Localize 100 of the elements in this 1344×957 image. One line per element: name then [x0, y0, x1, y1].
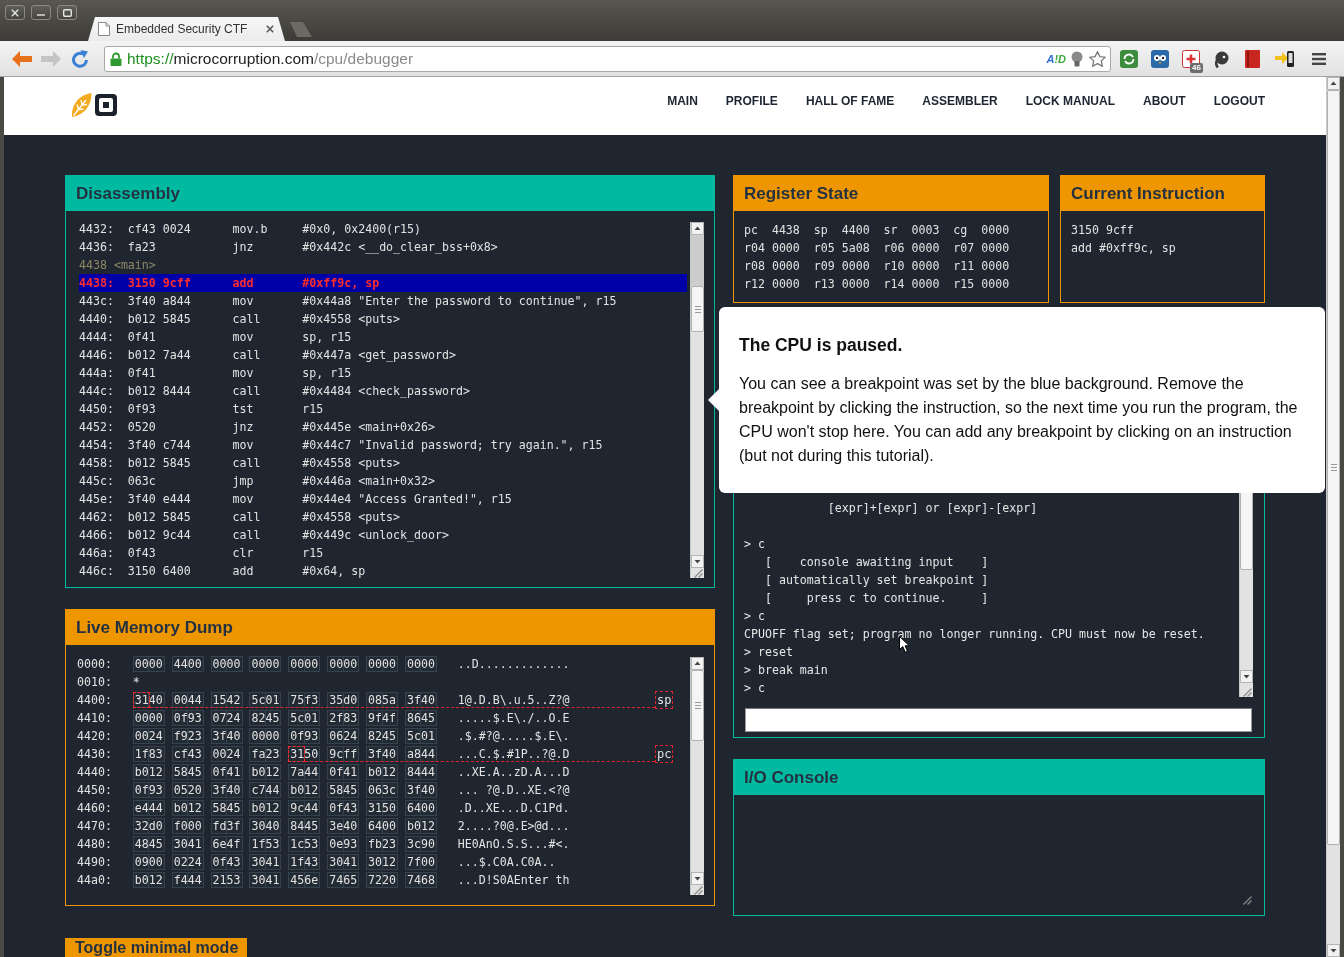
sync-icon[interactable] — [1120, 49, 1138, 68]
book-icon[interactable] — [1245, 49, 1260, 68]
reload-icon[interactable] — [71, 49, 89, 68]
scroll-up-icon[interactable] — [1327, 77, 1340, 90]
extension-label[interactable]: A!D — [1046, 52, 1066, 65]
disassembly-line[interactable]: 4438 <main> — [79, 256, 687, 274]
disassembly-line[interactable]: 444a: 0f41 mov sp, r15 — [79, 364, 687, 382]
disassembly-line[interactable]: 445c: 063c jmp #0x446a <main+0x32> — [79, 472, 687, 490]
disassembly-line[interactable]: 4466: b012 9c44 call #0x449c <unlock_door> — [79, 526, 687, 544]
register-value: 5a08 — [841, 240, 870, 257]
elephant-icon[interactable] — [1213, 49, 1229, 68]
memory-word: 0000 — [249, 656, 282, 672]
memory-word: 75f3 — [288, 692, 321, 708]
window-minimize-button[interactable] — [31, 5, 51, 20]
resize-grip-icon[interactable] — [692, 568, 703, 578]
disassembly-line[interactable]: 444c: b012 8444 call #0x4484 <check_password> — [79, 382, 687, 400]
register-name: r05 — [813, 240, 835, 257]
address-bar[interactable]: https://microcorruption.com/cpu/debugger A!D — [104, 45, 1111, 72]
memory-word: 0000 — [132, 656, 165, 672]
register-value: 0000 — [911, 240, 940, 257]
window-close-button[interactable] — [5, 5, 25, 20]
console-input[interactable] — [745, 708, 1252, 732]
scrollbar[interactable] — [1326, 77, 1340, 957]
scrollbar[interactable] — [690, 657, 704, 895]
disassembly-line[interactable]: 4444: 0f41 mov sp, r15 — [79, 328, 687, 346]
memory-address: 4470: — [77, 818, 112, 835]
memory-word: e444 — [132, 800, 165, 816]
nav-link[interactable]: PROFILE — [725, 94, 778, 108]
disassembly-line[interactable]: 443c: 3f40 a844 mov #0x44a8 "Enter the password to continue", r15 — [79, 292, 687, 310]
memory-word: 456e — [288, 872, 321, 888]
close-icon — [11, 8, 19, 17]
panel-header: Disassembly — [66, 176, 714, 211]
memory-address: 4490: — [77, 854, 112, 871]
nav-link[interactable]: LOGOUT — [1213, 94, 1265, 108]
scrollbar-thumb[interactable] — [691, 670, 704, 741]
scroll-up-icon[interactable] — [691, 222, 704, 235]
resize-grip-icon[interactable] — [692, 885, 703, 895]
disassembly-line[interactable]: 446a: 0f43 clr r15 — [79, 544, 687, 562]
register-name: r14 — [883, 276, 905, 293]
scroll-down-icon[interactable] — [691, 555, 704, 568]
memory-word: 8245 — [249, 710, 282, 726]
scrollbar[interactable] — [690, 222, 704, 578]
nav-link[interactable]: ABOUT — [1143, 94, 1186, 108]
arrow-phone-icon[interactable] — [1275, 49, 1295, 68]
resize-grip-icon[interactable] — [1242, 895, 1252, 905]
memory-ascii: .$.#?@.....$.E\. — [457, 728, 570, 745]
menu-icon[interactable] — [1312, 52, 1326, 65]
disassembly-line[interactable]: 446c: 3150 6400 add #0x64, sp — [79, 562, 687, 580]
memory-word: 0624 — [327, 728, 360, 744]
memory-word: 9c44 — [288, 800, 321, 816]
memory-word: b012 — [249, 800, 282, 816]
register-name: r11 — [953, 258, 975, 275]
disassembly-line[interactable]: 4462: b012 5845 call #0x4558 <puts> — [79, 508, 687, 526]
disassembly-line[interactable]: 4452: 0520 jnz #0x445e <main+0x26> — [79, 418, 687, 436]
plus-icon[interactable] — [1182, 49, 1200, 68]
back-icon[interactable] — [12, 50, 32, 67]
memory-word: 8445 — [288, 818, 321, 834]
scrollbar-thumb[interactable] — [1327, 90, 1340, 845]
nav-link[interactable]: MAIN — [667, 94, 698, 108]
disassembly-line[interactable]: 4450: 0f93 tst r15 — [79, 400, 687, 418]
lightbulb-icon[interactable] — [1071, 50, 1083, 67]
nav-link[interactable]: HALL OF FAME — [805, 94, 895, 108]
memory-word: 35d0 — [327, 692, 360, 708]
scroll-up-icon[interactable] — [691, 657, 704, 670]
pointer-label: pc — [655, 745, 674, 763]
disassembly-line[interactable]: 4446: b012 7a44 call #0x447a <get_password> — [79, 346, 687, 364]
memory-word: 0000 — [404, 656, 437, 672]
repeat-indicator: * — [132, 674, 140, 691]
disassembly-line[interactable]: 4432: cf43 0024 mov.b #0x0, 0x2400(r15) — [79, 220, 687, 238]
disassembly-line[interactable]: 4458: b012 5845 call #0x4558 <puts> — [79, 454, 687, 472]
disassembly-line[interactable]: 4454: 3f40 c744 mov #0x44c7 "Invalid password; try again.", r15 — [79, 436, 687, 454]
scroll-down-icon[interactable] — [1240, 670, 1253, 683]
memory-address: 4440: — [77, 764, 112, 781]
window-maximize-button[interactable] — [57, 5, 77, 20]
memory-word: 1c53 — [288, 836, 321, 852]
disassembly-line[interactable]: 4436: fa23 jnz #0x442c <__do_clear_bss+0x8> — [79, 238, 687, 256]
memory-word: 1542 — [210, 692, 243, 708]
close-icon[interactable] — [266, 25, 274, 33]
nav-link[interactable]: LOCK MANUAL — [1025, 94, 1115, 108]
scrollbar-thumb[interactable] — [691, 286, 704, 332]
disassembly-line[interactable]: 445e: 3f40 e444 mov #0x44e4 "Access Granted!", r15 — [79, 490, 687, 508]
scroll-down-icon[interactable] — [1327, 944, 1340, 957]
memory-word: a844 — [404, 746, 437, 762]
memory-word: 8245 — [366, 728, 398, 744]
register-name: r12 — [744, 276, 765, 293]
owl-icon[interactable] — [1151, 49, 1169, 68]
minimal-mode-button[interactable]: Toggle minimal mode — [65, 938, 247, 957]
memory-word: 4845 — [132, 836, 165, 852]
star-icon[interactable] — [1089, 50, 1106, 67]
memory-word: 3f40 — [210, 782, 243, 798]
resize-grip-icon[interactable] — [1241, 687, 1252, 697]
browser-tab[interactable]: Embedded Security CTF — [88, 17, 285, 41]
disassembly-line[interactable]: 4440: b012 5845 call #0x4558 <puts> — [79, 310, 687, 328]
nav-link[interactable]: ASSEMBLER — [922, 94, 998, 108]
panel-header: Live Memory Dump — [66, 610, 714, 645]
memory-word: b012 — [366, 764, 398, 780]
memory-address: 4410: — [77, 710, 112, 727]
memory-word: 063c — [366, 782, 398, 798]
register-name: r13 — [813, 276, 835, 293]
scroll-down-icon[interactable] — [691, 872, 704, 885]
